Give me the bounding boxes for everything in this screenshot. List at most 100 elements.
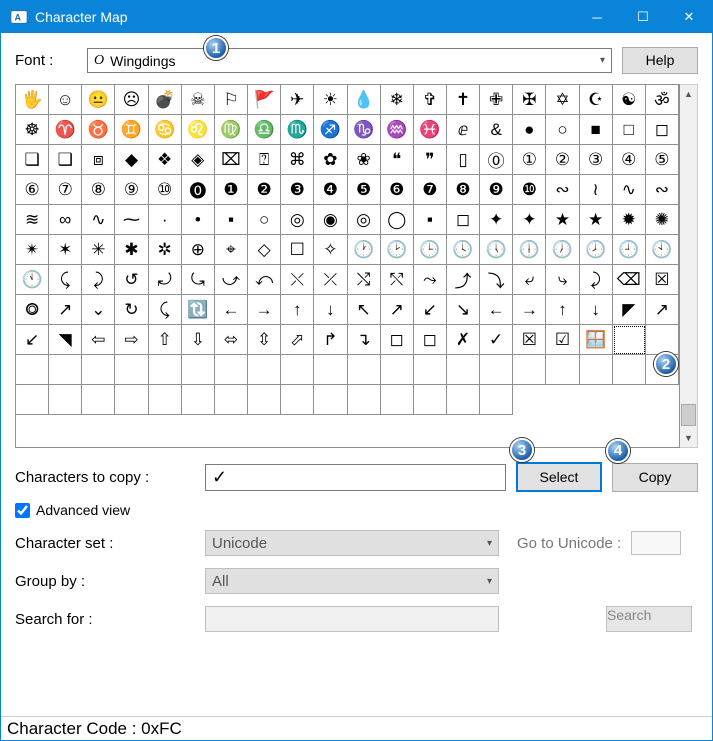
goto-unicode-input[interactable] xyxy=(631,531,681,555)
char-cell[interactable]: ❷ xyxy=(248,175,281,205)
char-cell[interactable]: ❾ xyxy=(480,175,513,205)
char-cell[interactable]: → xyxy=(248,295,281,325)
char-cell[interactable]: ⤵ xyxy=(480,265,513,295)
char-cell[interactable]: ❺ xyxy=(348,175,381,205)
char-cell[interactable]: ↺ xyxy=(115,265,148,295)
char-cell[interactable]: ✡ xyxy=(546,85,579,115)
char-cell[interactable]: ← xyxy=(215,295,248,325)
char-cell[interactable]: ⤺ xyxy=(248,265,281,295)
char-cell[interactable]: ⤴ xyxy=(447,265,480,295)
char-cell[interactable]: ☑ xyxy=(546,325,579,355)
char-cell[interactable]: ≋ xyxy=(16,205,49,235)
char-cell[interactable]: ☒ xyxy=(646,265,679,295)
char-cell[interactable]: ❽ xyxy=(447,175,480,205)
char-cell[interactable]: ✞ xyxy=(414,85,447,115)
char-cell[interactable]: ♓ xyxy=(414,115,447,145)
scroll-thumb[interactable] xyxy=(681,404,696,426)
char-cell[interactable]: ⁓ xyxy=(115,205,148,235)
char-cell[interactable]: 🔃 xyxy=(182,295,215,325)
search-button[interactable]: Search xyxy=(606,606,692,632)
char-cell[interactable]: ⤬ xyxy=(281,265,314,295)
char-cell[interactable]: ✴ xyxy=(16,235,49,265)
char-cell[interactable]: ⑤ xyxy=(646,145,679,175)
char-cell[interactable]: ⇩ xyxy=(182,325,215,355)
char-cell[interactable]: ◎ xyxy=(348,205,381,235)
characters-to-copy-input[interactable] xyxy=(205,464,506,491)
char-cell[interactable]: ☠ xyxy=(182,85,215,115)
char-cell[interactable]: ⌄ xyxy=(82,295,115,325)
char-cell[interactable]: ✶ xyxy=(49,235,82,265)
char-cell[interactable]: ⑦ xyxy=(49,175,82,205)
char-cell[interactable]: ♋ xyxy=(149,115,182,145)
char-cell[interactable]: ∿ xyxy=(82,205,115,235)
char-cell[interactable]: ⤭ xyxy=(348,265,381,295)
char-cell[interactable]: ⤫ xyxy=(314,265,347,295)
char-cell[interactable]: ⌫ xyxy=(613,265,646,295)
char-cell[interactable]: ✲ xyxy=(149,235,182,265)
char-cell[interactable]: ⤾ xyxy=(149,265,182,295)
char-cell[interactable]: 🕙 xyxy=(646,235,679,265)
char-cell[interactable]: ❹ xyxy=(314,175,347,205)
char-cell[interactable]: ✠ xyxy=(513,85,546,115)
char-cell[interactable]: ⇨ xyxy=(115,325,148,355)
char-cell[interactable]: ■ xyxy=(580,115,613,145)
char-cell[interactable]: ❸ xyxy=(281,175,314,205)
char-cell[interactable]: ⑩ xyxy=(149,175,182,205)
grid-scrollbar[interactable]: ▲ ▼ xyxy=(680,84,698,448)
char-cell[interactable]: 💧 xyxy=(348,85,381,115)
char-cell[interactable]: ❏ xyxy=(16,145,49,175)
char-cell[interactable]: 🕐 xyxy=(348,235,381,265)
char-cell[interactable]: ☒ xyxy=(513,325,546,355)
char-cell[interactable]: ✙ xyxy=(480,85,513,115)
char-cell[interactable]: ④ xyxy=(613,145,646,175)
char-cell[interactable]: ❑ xyxy=(49,145,82,175)
char-cell[interactable]: ⇧ xyxy=(149,325,182,355)
char-cell[interactable]: ❶ xyxy=(215,175,248,205)
char-cell[interactable]: ⬀ xyxy=(281,325,314,355)
char-cell[interactable]: ⑧ xyxy=(82,175,115,205)
advanced-view-checkbox[interactable] xyxy=(15,503,30,518)
char-cell[interactable]: ⍰ xyxy=(248,145,281,175)
char-cell[interactable]: ↗ xyxy=(646,295,679,325)
char-cell[interactable]: ↑ xyxy=(281,295,314,325)
char-cell[interactable]: ⤲ xyxy=(381,265,414,295)
char-cell[interactable]: ○ xyxy=(248,205,281,235)
char-cell[interactable]: ∾ xyxy=(646,175,679,205)
char-cell[interactable]: ⌘ xyxy=(281,145,314,175)
char-cell[interactable]: 💣 xyxy=(149,85,182,115)
char-cell[interactable]: ✿ xyxy=(314,145,347,175)
char-cell[interactable]: 🕒 xyxy=(414,235,447,265)
char-cell[interactable]: 🕔 xyxy=(480,235,513,265)
char-cell[interactable]: ↘ xyxy=(447,295,480,325)
char-cell[interactable]: ♑ xyxy=(348,115,381,145)
char-cell[interactable]: ○ xyxy=(546,115,579,145)
char-cell[interactable]: 🕑 xyxy=(381,235,414,265)
char-cell[interactable]: ② xyxy=(546,145,579,175)
char-cell[interactable]: ⤹ xyxy=(149,295,182,325)
char-cell[interactable]: 🕓 xyxy=(447,235,480,265)
char-cell[interactable]: ❄ xyxy=(381,85,414,115)
char-cell[interactable]: ✓ xyxy=(480,325,513,355)
char-cell[interactable]: ☀ xyxy=(314,85,347,115)
char-cell[interactable]: ☹ xyxy=(115,85,148,115)
char-cell[interactable]: ← xyxy=(480,295,513,325)
char-cell[interactable]: ♎ xyxy=(248,115,281,145)
char-cell[interactable]: ✱ xyxy=(115,235,148,265)
char-cell[interactable]: ♈ xyxy=(49,115,82,145)
char-cell[interactable]: ∾ xyxy=(546,175,579,205)
char-cell[interactable]: ☪ xyxy=(580,85,613,115)
char-cell[interactable]: ★ xyxy=(580,205,613,235)
scroll-up-icon[interactable]: ▲ xyxy=(680,85,697,103)
group-by-select[interactable]: All ▾ xyxy=(205,568,499,594)
char-cell[interactable]: ☯ xyxy=(613,85,646,115)
char-cell[interactable]: & xyxy=(480,115,513,145)
char-cell[interactable]: ☸ xyxy=(16,115,49,145)
char-cell[interactable]: ◈ xyxy=(182,145,215,175)
char-cell[interactable]: □ xyxy=(613,115,646,145)
char-cell[interactable]: ↙ xyxy=(414,295,447,325)
char-cell[interactable]: ⤳ xyxy=(414,265,447,295)
char-cell[interactable]: ❿ xyxy=(513,175,546,205)
char-cell[interactable]: ♏ xyxy=(281,115,314,145)
char-cell[interactable]: ⤸ xyxy=(580,265,613,295)
char-cell[interactable]: ◯ xyxy=(381,205,414,235)
